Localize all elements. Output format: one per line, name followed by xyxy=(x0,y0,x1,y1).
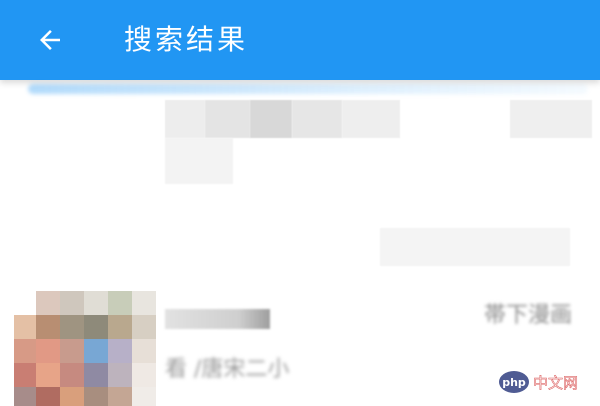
item-name-redacted xyxy=(165,309,270,329)
redacted-meta-block xyxy=(510,100,592,138)
redacted-title-block xyxy=(342,100,400,138)
arrow-left-icon xyxy=(35,25,65,55)
redacted-title-block xyxy=(292,100,342,138)
redacted-title-block xyxy=(250,100,292,138)
php-logo-icon: php 中文网 xyxy=(498,368,594,396)
php-watermark-logo: php 中文网 xyxy=(498,368,594,396)
redacted-title-block xyxy=(205,100,250,138)
app-bar: 搜索结果 xyxy=(0,0,600,80)
item-category-label: 帯下漫画 xyxy=(484,301,586,331)
redacted-title-block xyxy=(165,100,205,138)
back-button[interactable] xyxy=(28,18,72,62)
svg-text:中文网: 中文网 xyxy=(533,374,578,392)
redacted-title-block xyxy=(165,138,233,184)
page-title: 搜索结果 xyxy=(124,19,248,61)
avatar xyxy=(14,291,159,406)
svg-text:php: php xyxy=(502,376,526,389)
item-subtitle: 看 /唐宋二小 xyxy=(165,355,375,385)
redacted-button-block xyxy=(380,228,570,266)
